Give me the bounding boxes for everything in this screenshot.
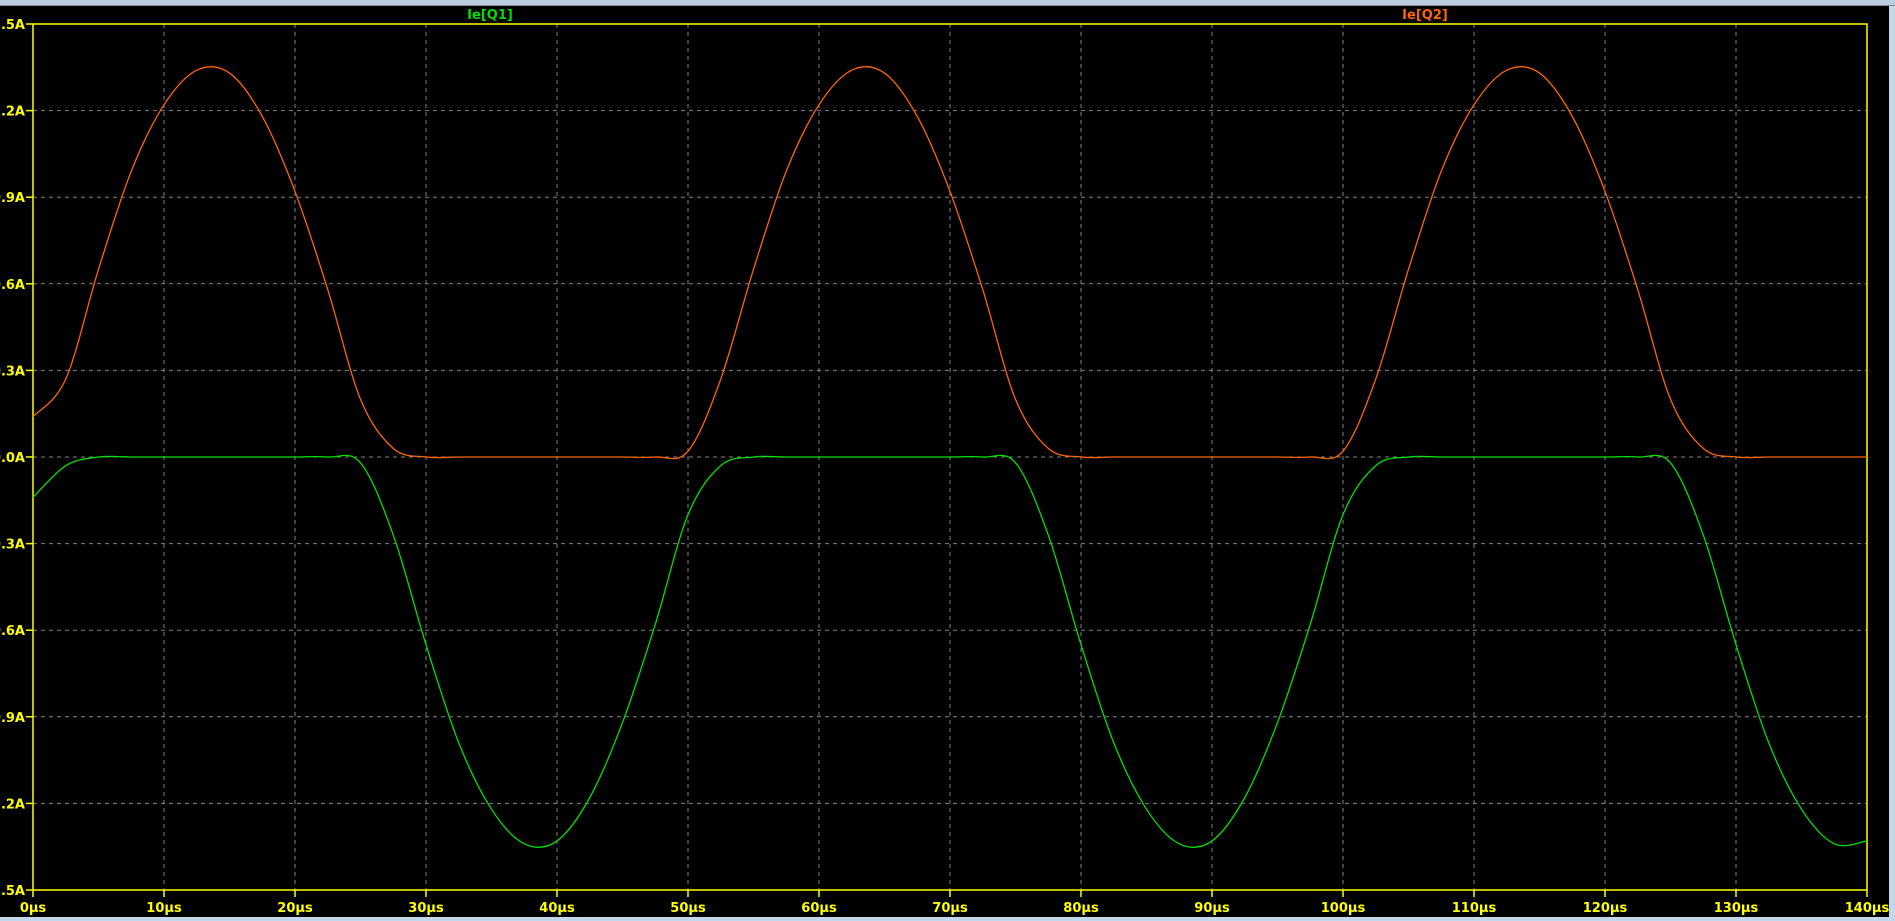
x-tick-label: 50µs [670, 901, 706, 916]
y-tick-label: 1.5A [0, 18, 25, 33]
y-tick-label: 0.6A [0, 278, 25, 293]
y-tick-label: -0.9A [0, 711, 25, 726]
y-tick-label: 1.2A [0, 105, 25, 120]
x-tick-label: 120µs [1583, 901, 1628, 916]
x-tick-label: 10µs [146, 901, 182, 916]
legend-ie-q1[interactable]: Ie[Q1] [467, 8, 513, 23]
x-tick-label: 80µs [1063, 901, 1099, 916]
x-tick-label: 40µs [539, 901, 575, 916]
x-tick-label: 30µs [408, 901, 444, 916]
y-tick-label: 0.0A [0, 451, 25, 466]
x-tick-label: 140µs [1845, 901, 1889, 916]
y-tick-label: -1.2A [0, 797, 25, 812]
x-tick-label: 70µs [932, 901, 968, 916]
x-tick-label: 90µs [1194, 901, 1230, 916]
y-tick-label: 0.3A [0, 364, 25, 379]
x-tick-label: 130µs [1714, 901, 1759, 916]
y-tick-label: -0.6A [0, 624, 25, 639]
trace-ie-q2 [32, 66, 1867, 460]
y-tick-label: -0.3A [0, 538, 25, 553]
x-tick-label: 20µs [277, 901, 313, 916]
y-tick-label: -1.5A [0, 884, 25, 899]
waveform-viewer-window: 0µs 10µs 20µs 30µs 40µs 50µs 60µs 70µs 80µs 90µs 1… [0, 0, 1895, 921]
legend-ie-q2[interactable]: Ie[Q2] [1402, 8, 1448, 23]
plot-pane[interactable]: 0µs 10µs 20µs 30µs 40µs 50µs 60µs 70µs 80µs 90µs 1… [0, 6, 1889, 917]
waveform-chart[interactable]: 0µs 10µs 20µs 30µs 40µs 50µs 60µs 70µs 80µs 90µs 1… [0, 6, 1889, 917]
x-tick-label: 60µs [801, 901, 837, 916]
x-tick-label: 110µs [1452, 901, 1497, 916]
x-tick-label: 0µs [20, 901, 47, 916]
x-tick-label: 100µs [1321, 901, 1366, 916]
y-tick-label: 0.9A [0, 191, 25, 206]
